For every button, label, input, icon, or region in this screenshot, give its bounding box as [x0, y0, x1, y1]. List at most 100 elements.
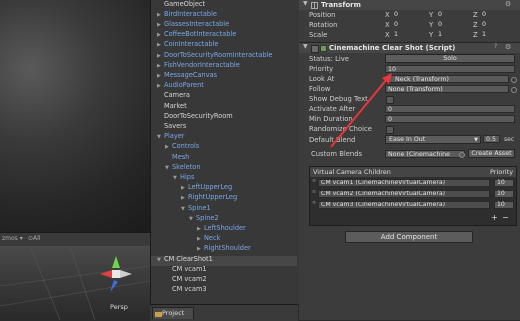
- object-picker-icon[interactable]: [511, 87, 517, 93]
- tab-project[interactable]: Project: [152, 307, 194, 319]
- randomize-checkbox[interactable]: [386, 126, 394, 134]
- position-z-label[interactable]: Z: [473, 12, 478, 19]
- foldout-arrow-icon[interactable]: ▼: [303, 1, 308, 7]
- collapsed-arrow-icon[interactable]: ▶: [157, 84, 164, 89]
- rotation-y-label[interactable]: Y: [429, 22, 433, 29]
- drag-handle-icon[interactable]: ≡: [312, 179, 316, 184]
- gizmos-dropdown[interactable]: zmos ▾: [2, 236, 23, 242]
- custom-blends-field[interactable]: None (Cinemachine: [385, 150, 465, 158]
- expanded-arrow-icon[interactable]: ▼: [181, 206, 188, 212]
- scale-x-label[interactable]: X: [385, 32, 390, 39]
- create-asset-button[interactable]: Create Asset: [468, 149, 515, 158]
- drag-handle-icon[interactable]: ≡: [312, 190, 316, 195]
- help-icon[interactable]: ?: [494, 44, 497, 50]
- rotation-x-field[interactable]: 0: [392, 21, 426, 29]
- child-camera-field[interactable]: CM vcam1 (CinemachineVirtualCamera): [318, 179, 490, 187]
- object-picker-icon[interactable]: [511, 77, 517, 83]
- collapsed-arrow-icon[interactable]: ▶: [157, 12, 164, 18]
- priority-field[interactable]: 10: [385, 65, 515, 73]
- drag-handle-icon[interactable]: ≡: [312, 201, 316, 206]
- expanded-arrow-icon[interactable]: ▼: [157, 257, 164, 263]
- position-x-field[interactable]: 0: [392, 11, 426, 19]
- persp-label[interactable]: Persp: [110, 304, 128, 311]
- expanded-arrow-icon[interactable]: ▼: [189, 216, 196, 222]
- folder-icon: [155, 312, 162, 317]
- hierarchy-item[interactable]: CM vcam3: [151, 286, 297, 296]
- hierarchy-item-label: CoffeeBotInteractable: [164, 30, 237, 39]
- scale-z-field[interactable]: 1: [480, 31, 514, 39]
- rotation-y-field[interactable]: 0: [436, 21, 470, 29]
- collapsed-arrow-icon[interactable]: ▶: [181, 186, 188, 191]
- priority-header-label: Priority: [490, 168, 514, 176]
- child-priority-field[interactable]: 10: [494, 190, 514, 198]
- collapsed-arrow-icon[interactable]: ▶: [197, 237, 204, 242]
- child-camera-field[interactable]: CM vcam3 (CinemachineVirtualCamera): [318, 201, 490, 209]
- position-y-label[interactable]: Y: [429, 12, 433, 19]
- rotation-z-field[interactable]: 0: [480, 21, 514, 29]
- lookat-field[interactable]: Neck (Transform): [385, 75, 509, 83]
- collapsed-arrow-icon[interactable]: ▶: [197, 226, 204, 232]
- remove-child-button[interactable]: −: [502, 214, 509, 222]
- hierarchy-item-label: LeftUpperLeg: [188, 183, 233, 192]
- collapsed-arrow-icon[interactable]: ▶: [165, 145, 172, 150]
- hierarchy-item[interactable]: ▶ LeftShoulder: [151, 225, 297, 235]
- solo-button[interactable]: Solo: [385, 54, 515, 63]
- scale-z-label[interactable]: Z: [473, 32, 478, 39]
- transform-header[interactable]: ▼ Transform ⚙: [299, 0, 520, 10]
- position-z-field[interactable]: 0: [480, 11, 514, 19]
- scene-view[interactable]: Persp: [0, 246, 150, 320]
- children-list: Virtual Camera Children Priority ≡ CM vc…: [309, 166, 517, 226]
- list-item[interactable]: ≡ CM vcam2 (CinemachineVirtualCamera) 10: [310, 189, 516, 198]
- scale-x-field[interactable]: 1: [392, 31, 426, 39]
- activate-after-field[interactable]: 0: [385, 105, 515, 113]
- collapsed-arrow-icon[interactable]: ▶: [157, 63, 164, 69]
- collapsed-arrow-icon[interactable]: ▶: [181, 196, 188, 201]
- add-child-button[interactable]: +: [491, 214, 498, 222]
- hierarchy-item-label: RightShoulder: [204, 244, 251, 253]
- hierarchy-item-label: BirdInteractable: [164, 9, 217, 18]
- collapsed-arrow-icon[interactable]: ▶: [157, 33, 164, 38]
- expanded-arrow-icon[interactable]: ▼: [157, 135, 164, 140]
- component-settings-gear-icon[interactable]: ⚙: [505, 44, 511, 51]
- hierarchy-item[interactable]: ▼ Spine1: [151, 204, 297, 215]
- hierarchy-item-label: GameObject: [164, 0, 206, 8]
- default-blend-label: Default Blend: [309, 136, 356, 144]
- child-priority-field[interactable]: 10: [494, 179, 514, 187]
- transform-settings-gear-icon[interactable]: ⚙: [505, 1, 511, 8]
- object-picker-icon[interactable]: [459, 152, 465, 158]
- collapsed-arrow-icon[interactable]: ▶: [197, 247, 204, 252]
- list-item[interactable]: ≡ CM vcam1 (CinemachineVirtualCamera) 10: [310, 178, 516, 187]
- default-blend-time-field[interactable]: 0.5: [483, 135, 500, 143]
- collapsed-arrow-icon[interactable]: ▶: [157, 53, 164, 59]
- child-priority-field[interactable]: 10: [494, 201, 514, 209]
- show-debug-checkbox[interactable]: [386, 96, 394, 104]
- hierarchy-item-label: DoorToSecurityRoomInteractable: [164, 50, 273, 59]
- collapsed-arrow-icon[interactable]: ▶: [157, 43, 164, 48]
- min-duration-field[interactable]: 0: [385, 115, 515, 123]
- orientation-gizmo-icon[interactable]: [96, 252, 136, 298]
- default-blend-dropdown[interactable]: Ease In Out ▼: [385, 135, 481, 144]
- rotation-x-label[interactable]: X: [385, 22, 390, 29]
- collapsed-arrow-icon[interactable]: ▶: [157, 22, 164, 28]
- follow-field[interactable]: None (Transform): [385, 85, 509, 93]
- scale-y-label[interactable]: Y: [429, 32, 433, 39]
- game-view[interactable]: [0, 0, 150, 232]
- hierarchy-item[interactable]: ▼ Skeleton: [151, 163, 297, 174]
- list-item[interactable]: ≡ CM vcam3 (CinemachineVirtualCamera) 10: [310, 200, 516, 209]
- child-camera-field[interactable]: CM vcam2 (CinemachineVirtualCamera): [318, 190, 490, 198]
- follow-label: Follow: [309, 85, 331, 93]
- scene-search-filter[interactable]: ⊙All: [28, 236, 40, 242]
- position-x-label[interactable]: X: [385, 12, 390, 19]
- component-enabled-checkbox[interactable]: [311, 45, 319, 53]
- scale-y-field[interactable]: 1: [436, 31, 470, 39]
- rotation-z-label[interactable]: Z: [473, 22, 478, 29]
- position-y-field[interactable]: 0: [436, 11, 470, 19]
- foldout-arrow-icon[interactable]: ▼: [303, 44, 308, 50]
- expanded-arrow-icon[interactable]: ▼: [173, 175, 180, 181]
- add-component-button[interactable]: Add Component: [345, 231, 473, 243]
- clearshot-header[interactable]: ▼ Cinemachine Clear Shot (Script) ? ⚙: [299, 43, 520, 53]
- collapsed-arrow-icon[interactable]: ▶: [157, 73, 164, 79]
- expanded-arrow-icon[interactable]: ▼: [165, 165, 172, 171]
- hierarchy-item[interactable]: ▶ RightUpperLeg: [151, 194, 297, 204]
- hierarchy-item-label: LeftShoulder: [204, 223, 246, 232]
